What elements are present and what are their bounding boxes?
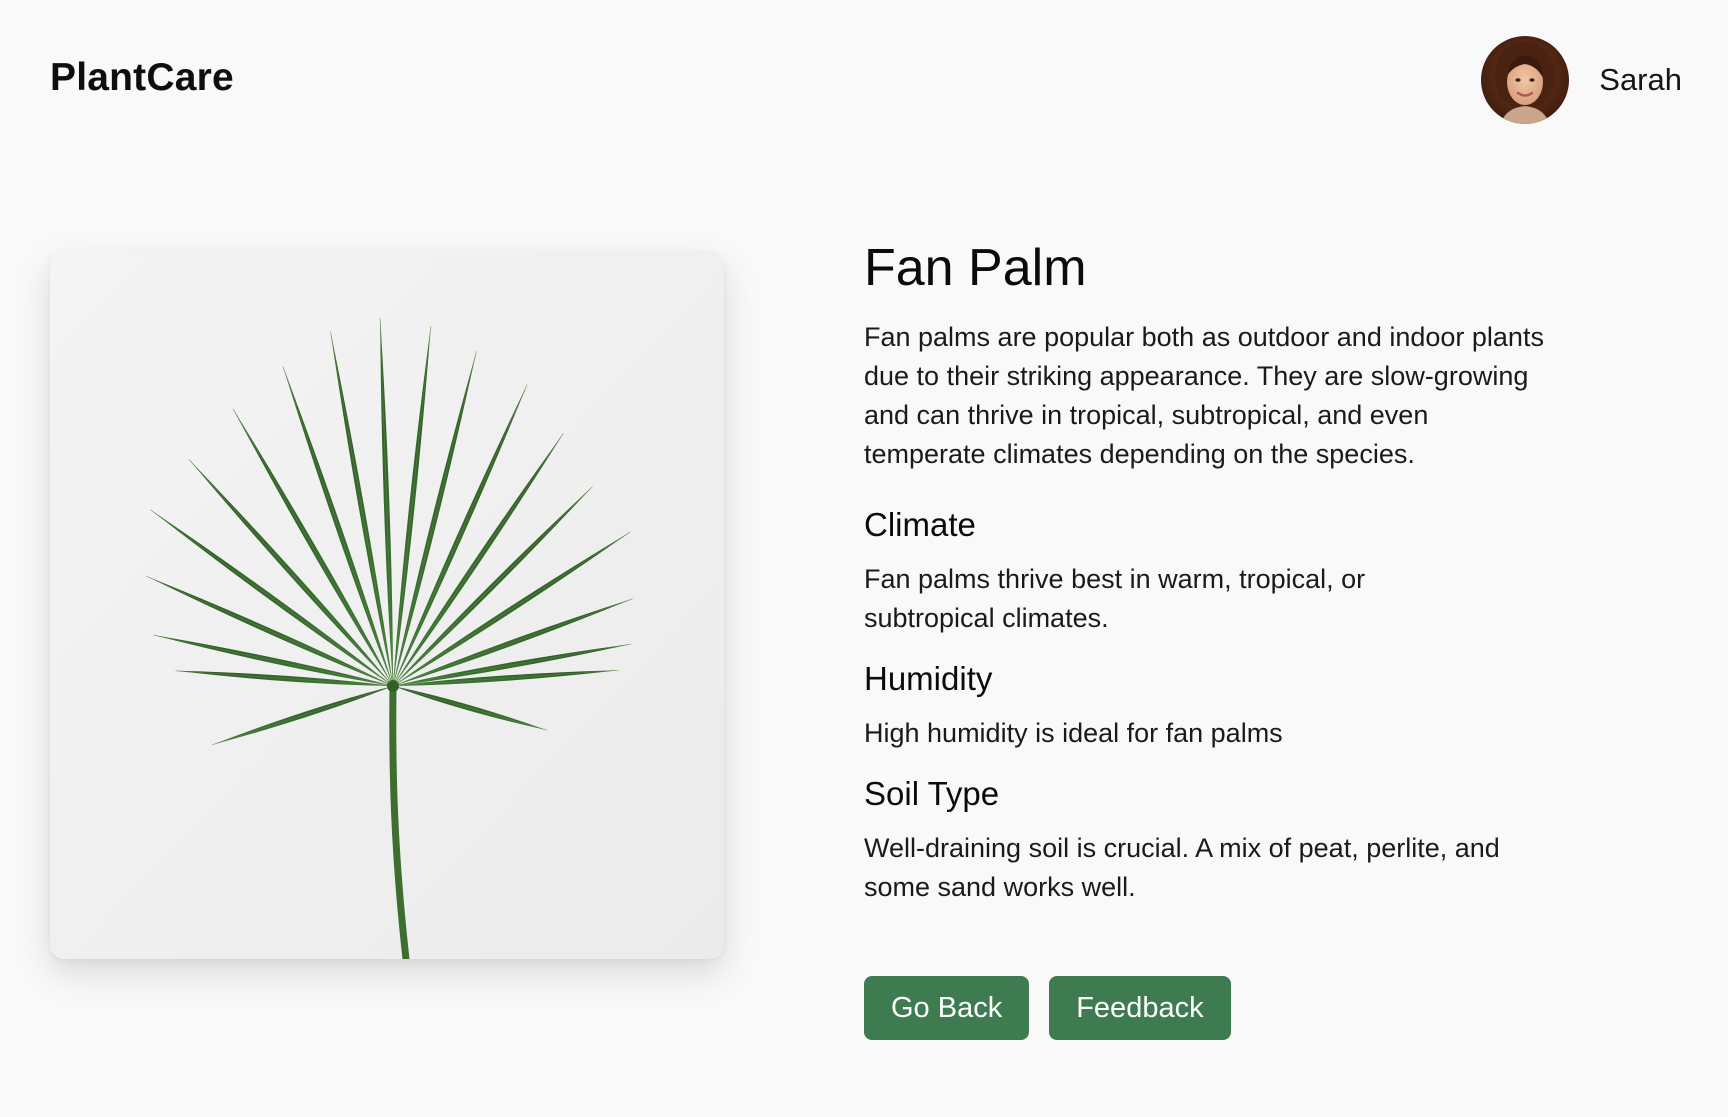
plant-image	[50, 251, 724, 959]
action-buttons: Go Back Feedback	[864, 976, 1231, 1040]
user-profile[interactable]: Sarah	[1481, 36, 1682, 124]
app-logo[interactable]: PlantCare	[50, 56, 234, 100]
humidity-heading: Humidity	[864, 660, 993, 697]
plant-details: Fan Palm Fan palms are popular both as o…	[864, 236, 1564, 907]
plant-name: Fan Palm	[864, 239, 1087, 297]
soil-type-text: Well-draining soil is crucial. A mix of …	[864, 833, 1500, 902]
leaf-center	[387, 680, 399, 692]
climate-text: Fan palms thrive best in warm, tropical,…	[864, 564, 1366, 633]
plant-description: Fan palms are popular both as outdoor an…	[864, 322, 1544, 469]
avatar[interactable]	[1481, 36, 1570, 124]
go-back-button[interactable]: Go Back	[864, 976, 1030, 1040]
soil-type-heading: Soil Type	[864, 775, 1000, 812]
climate-heading: Climate	[864, 506, 976, 543]
username[interactable]: Sarah	[1599, 62, 1682, 98]
feedback-button[interactable]: Feedback	[1049, 976, 1231, 1040]
humidity-text: High humidity is ideal for fan palms	[864, 718, 1283, 748]
fan-palm-leaf-image	[50, 251, 724, 959]
app-header: PlantCare Sarah	[0, 0, 1728, 160]
